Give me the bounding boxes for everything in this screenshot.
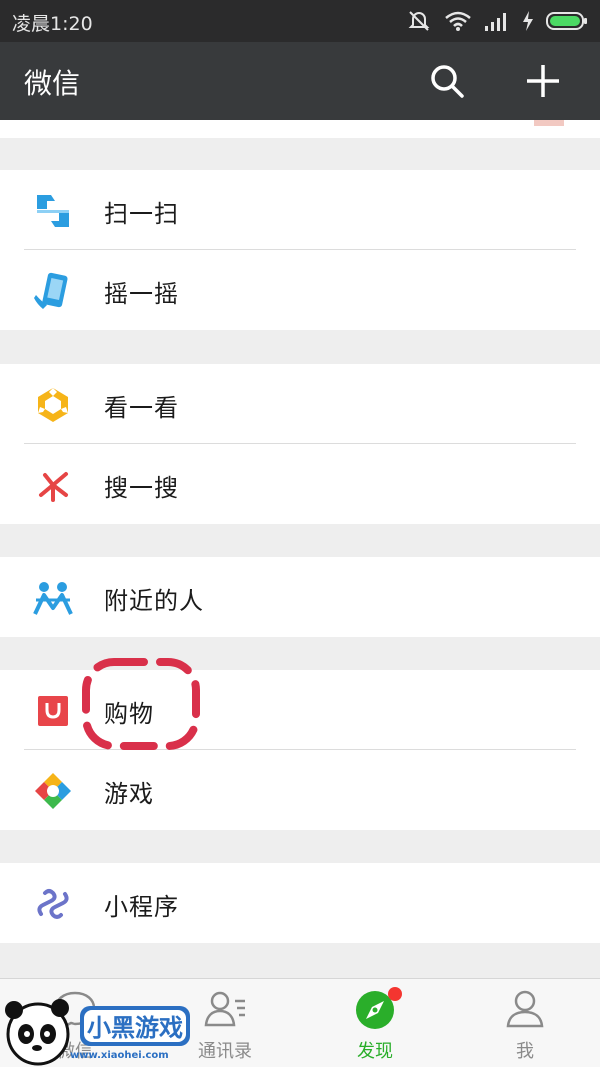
menu-item-label: 游戏 (104, 780, 154, 808)
menu-item-games[interactable]: 游戏 (0, 750, 600, 830)
watermark-logo-text: 小黑游戏 (87, 1014, 183, 1042)
annotation-circle (82, 658, 200, 750)
charging-icon (523, 11, 533, 31)
previous-group-bottom (0, 120, 600, 138)
menu-item-label: 摇一摇 (104, 280, 179, 308)
people-nearby-icon (33, 582, 73, 615)
menu-item-scan[interactable]: 扫一扫 (0, 170, 600, 250)
menu-group-5: 小程序 (0, 863, 600, 943)
plus-icon (527, 65, 559, 97)
status-icons (406, 8, 588, 34)
battery-icon (546, 12, 587, 30)
games-icon (35, 773, 71, 809)
status-bar: 凌晨1:20 (0, 0, 600, 42)
menu-item-top-stories[interactable]: 看一看 (0, 364, 600, 444)
tab-label: 发现 (357, 1041, 393, 1062)
menu-group-2: 看一看 搜一搜 (0, 364, 600, 524)
menu-item-search[interactable]: 搜一搜 (0, 444, 600, 524)
signal-icon (485, 13, 506, 31)
watermark-url: www.xiaohei.com (70, 1050, 169, 1061)
menu-item-shake[interactable]: 摇一摇 (0, 250, 600, 330)
search-icon (431, 65, 464, 98)
scan-icon (37, 195, 69, 227)
menu-item-label: 附近的人 (104, 587, 204, 615)
wifi-icon (445, 11, 471, 31)
tab-me[interactable]: 我 (450, 979, 600, 1067)
shopping-icon (38, 696, 68, 726)
add-button[interactable] (520, 58, 566, 104)
contacts-icon (204, 991, 245, 1027)
search-button[interactable] (424, 58, 470, 104)
menu-group-3: 附近的人 (0, 557, 600, 637)
mute-icon (408, 11, 430, 31)
shake-icon (34, 272, 68, 309)
menu-group-1: 扫一扫 摇一摇 (0, 170, 600, 330)
tab-discover[interactable]: 发现 (300, 979, 450, 1067)
previous-item-fragment (534, 120, 564, 126)
search-discover-icon (39, 472, 68, 502)
page-title: 微信 (24, 67, 81, 100)
watermark-logo: 小黑游戏 www.xiaohei.com (0, 994, 200, 1067)
title-bar: 微信 (0, 42, 600, 120)
profile-icon (506, 990, 544, 1028)
menu-item-label: 看一看 (104, 394, 179, 422)
top-stories-icon (38, 388, 68, 422)
menu-item-label: 小程序 (104, 893, 179, 921)
new-badge (388, 987, 402, 1001)
menu-item-label: 扫一扫 (104, 200, 179, 228)
status-time: 凌晨1:20 (12, 13, 93, 35)
mini-programs-icon (37, 889, 69, 919)
menu-item-mini-programs[interactable]: 小程序 (0, 863, 600, 943)
discover-list: 扫一扫 摇一摇 看一看 搜一搜 附近的人 购物 游戏 小程序 (0, 120, 600, 978)
menu-item-people-nearby[interactable]: 附近的人 (0, 557, 600, 637)
tab-label: 我 (516, 1041, 534, 1062)
menu-item-label: 搜一搜 (104, 474, 179, 502)
